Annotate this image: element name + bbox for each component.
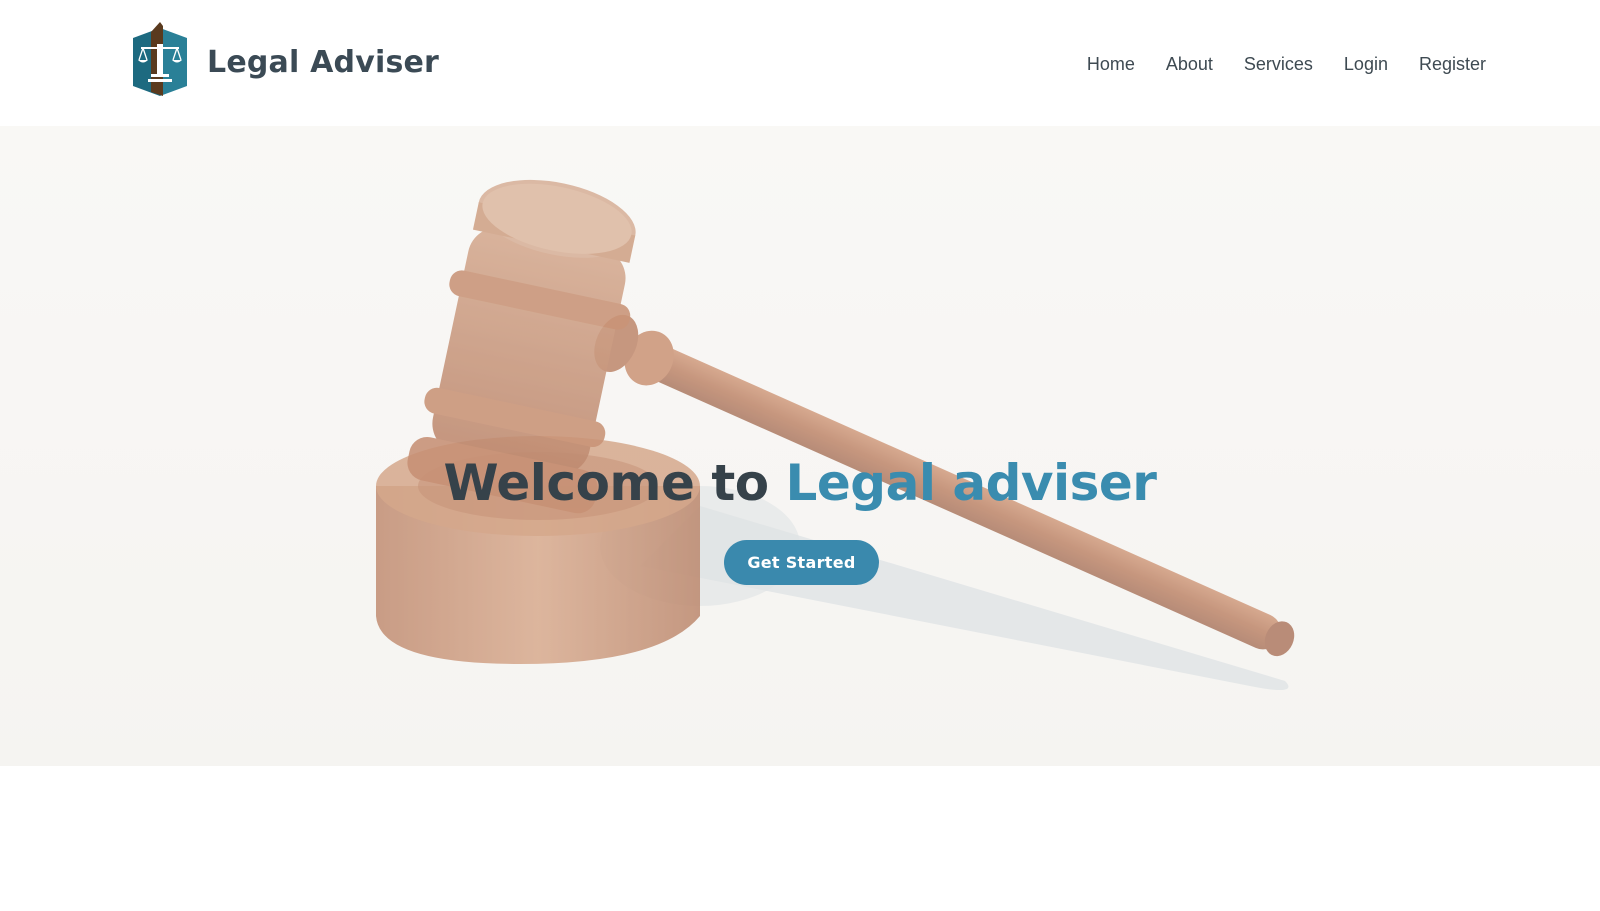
hero-title-prefix: Welcome to <box>443 454 770 512</box>
page-content-area <box>0 766 1600 911</box>
brand-name: Legal Adviser <box>207 44 440 80</box>
gavel-background-image <box>0 126 1600 766</box>
scales-of-justice-building-icon <box>133 22 187 96</box>
nav-register-link[interactable]: Register <box>1419 50 1486 78</box>
nav-home-link[interactable]: Home <box>1087 50 1135 78</box>
get-started-button[interactable]: Get Started <box>724 540 879 585</box>
nav-services-link[interactable]: Services <box>1244 50 1313 78</box>
hero-title: Welcome to Legal adviser <box>0 453 1600 513</box>
nav-login-link[interactable]: Login <box>1344 50 1388 78</box>
nav-about-link[interactable]: About <box>1166 50 1213 78</box>
site-header: Legal Adviser Home About Services Login … <box>0 0 1600 126</box>
hero-title-accent: Legal adviser <box>785 454 1157 512</box>
brand-home-link[interactable]: Legal Adviser <box>133 22 439 102</box>
hero-section: Welcome to Legal adviser Get Started <box>0 126 1600 766</box>
main-nav: Home About Services Login Register <box>1087 50 1486 78</box>
